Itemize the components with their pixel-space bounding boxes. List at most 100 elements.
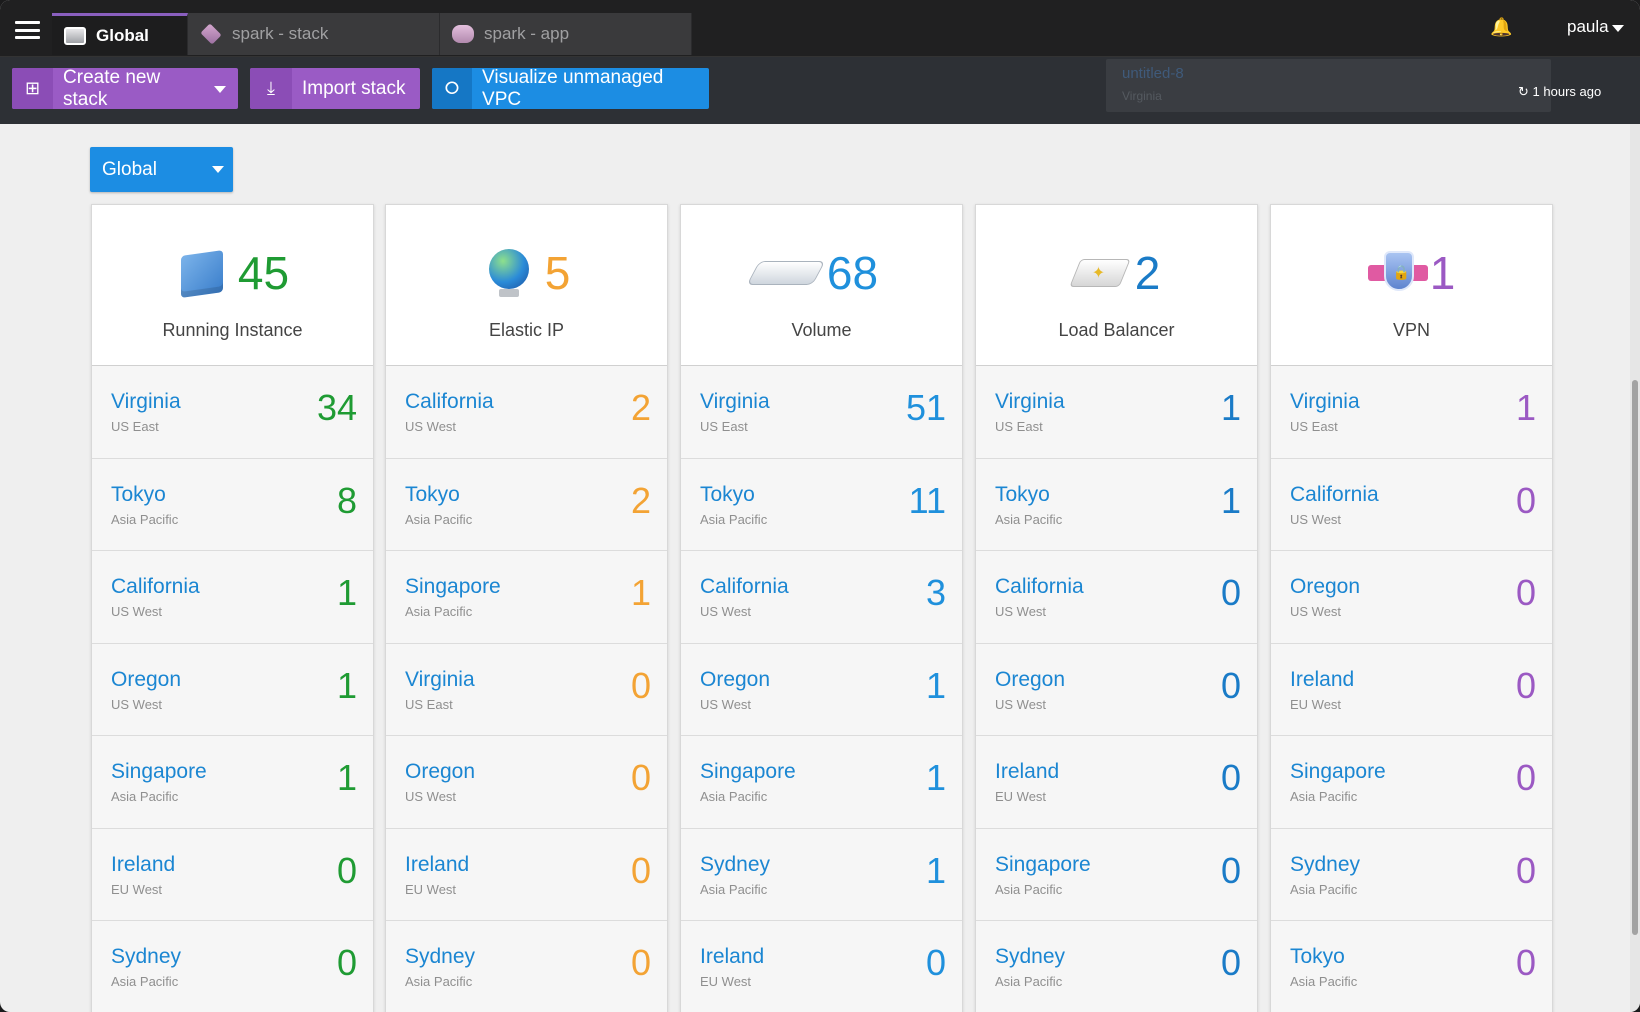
resource-card-vpn: 🔒 1 VPN Virginia US East 1 California US We… — [1270, 204, 1553, 1012]
region-count: 1 — [925, 664, 946, 706]
top-bar: Global spark - stack spark - app 🔔 paula — [0, 0, 1640, 57]
region-area: Asia Pacific — [405, 511, 473, 527]
region-area: US West — [995, 696, 1047, 712]
region-count: 0 — [630, 757, 651, 798]
recent-stack-card[interactable]: untitled-8 Virginia — [1106, 59, 1551, 112]
region-area: US West — [700, 696, 752, 712]
region-row[interactable]: Ireland EU West 0 — [92, 829, 373, 921]
region-count: 34 — [316, 387, 357, 428]
region-row[interactable]: Virginia US East 1 — [1271, 366, 1552, 459]
load-balancer-icon: ✦ — [1069, 247, 1131, 299]
region-row[interactable]: Ireland EU West 0 — [681, 921, 962, 1012]
tab-spark-stack[interactable]: spark - stack — [188, 13, 440, 55]
region-row[interactable]: Singapore Asia Pacific 0 — [976, 829, 1257, 921]
region-count: 1 — [925, 849, 946, 891]
region-row[interactable]: Oregon US West 1 — [92, 644, 373, 736]
card-total: 5 — [544, 247, 571, 299]
bell-icon[interactable]: 🔔 — [1490, 17, 1512, 39]
region-area: US East — [111, 419, 159, 434]
region-area: Asia Pacific — [1290, 881, 1358, 897]
region-name: Sydney — [1290, 852, 1361, 876]
app-window: Global spark - stack spark - app 🔔 paula… — [0, 0, 1640, 1012]
region-row[interactable]: Tokyo Asia Pacific 2 — [386, 459, 667, 551]
global-tab-icon — [64, 26, 86, 45]
region-row[interactable]: California US West 2 — [386, 366, 667, 459]
region-area: US East — [995, 419, 1043, 434]
region-row[interactable]: Virginia US East 51 — [681, 366, 962, 459]
region-row[interactable]: Singapore Asia Pacific 0 — [1271, 736, 1552, 829]
chevron-down-icon[interactable] — [1612, 25, 1624, 32]
region-area: US West — [111, 696, 163, 712]
region-select[interactable]: Global — [90, 147, 233, 192]
last-updated: ↻ 1 hours ago — [1518, 84, 1601, 100]
region-row[interactable]: Oregon US West 0 — [386, 736, 667, 829]
resource-card-volume: 68 Volume Virginia US East 51 Tokyo Asia Pa… — [680, 204, 963, 1012]
region-row[interactable]: California US West 1 — [92, 551, 373, 644]
region-row[interactable]: Sydney Asia Pacific 1 — [681, 829, 962, 921]
region-row[interactable]: Virginia US East 0 — [386, 644, 667, 736]
visualize-vpc-button[interactable]: ⭘ Visualize unmanaged VPC — [432, 68, 709, 109]
card-header[interactable]: 🔒 1 VPN — [1271, 205, 1552, 366]
card-header[interactable]: 68 Volume — [681, 205, 962, 366]
region-row[interactable]: Oregon US West 0 — [1271, 551, 1552, 644]
region-row[interactable]: Oregon US West 1 — [681, 644, 962, 736]
region-row[interactable]: California US West 3 — [681, 551, 962, 644]
share-nodes-icon: ⭘ — [432, 68, 473, 109]
region-name: Ireland — [1290, 667, 1355, 691]
region-name: Sydney — [995, 945, 1066, 968]
region-count: 0 — [1220, 572, 1241, 613]
region-count: 0 — [1220, 664, 1241, 706]
region-count: 0 — [630, 942, 651, 983]
region-row[interactable]: Sydney Asia Pacific 0 — [976, 921, 1257, 1012]
region-row[interactable]: Singapore Asia Pacific 1 — [92, 736, 373, 829]
region-count: 1 — [630, 572, 651, 613]
region-row[interactable]: Ireland EU West 0 — [1271, 644, 1552, 736]
region-count: 0 — [630, 664, 651, 706]
region-area: Asia Pacific — [405, 604, 473, 619]
region-count: 0 — [1220, 757, 1241, 798]
region-row[interactable]: Tokyo Asia Pacific 8 — [92, 459, 373, 551]
region-area: US West — [700, 604, 752, 619]
card-title: Elastic IP — [488, 320, 565, 340]
region-row[interactable]: Oregon US West 0 — [976, 644, 1257, 736]
region-name: Ireland — [405, 852, 470, 876]
user-menu[interactable]: paula — [1567, 17, 1609, 37]
region-row[interactable]: Sydney Asia Pacific 0 — [1271, 829, 1552, 921]
region-row[interactable]: Virginia US East 34 — [92, 366, 373, 459]
region-row[interactable]: Singapore Asia Pacific 1 — [386, 551, 667, 644]
region-row[interactable]: Sydney Asia Pacific 0 — [92, 921, 373, 1012]
region-area: Asia Pacific — [995, 974, 1063, 989]
region-name: Oregon — [700, 667, 771, 691]
region-row[interactable]: California US West 0 — [1271, 459, 1552, 551]
region-row[interactable]: Ireland EU West 0 — [976, 736, 1257, 829]
tab-global[interactable]: Global — [52, 13, 188, 55]
scrollbar-thumb[interactable] — [1632, 380, 1638, 935]
region-name: Oregon — [111, 667, 182, 691]
hamburger-icon[interactable] — [15, 21, 40, 39]
refresh-icon[interactable]: ↻ — [1518, 84, 1529, 99]
region-area: Asia Pacific — [700, 511, 768, 527]
tab-label: Global — [96, 25, 149, 45]
region-row[interactable]: Sydney Asia Pacific 0 — [386, 921, 667, 1012]
card-title: Running Instance — [162, 320, 303, 340]
region-row[interactable]: Ireland EU West 0 — [386, 829, 667, 921]
region-name: Singapore — [1290, 760, 1386, 783]
create-new-stack-button[interactable]: ⊞ Create new stack — [12, 68, 238, 109]
region-row[interactable]: California US West 0 — [976, 551, 1257, 644]
tab-spark-app[interactable]: spark - app — [440, 13, 692, 55]
region-row[interactable]: Singapore Asia Pacific 1 — [681, 736, 962, 829]
card-header[interactable]: 5 Elastic IP — [386, 205, 667, 366]
card-header[interactable]: ✦ 2 Load Balancer — [976, 205, 1257, 366]
region-area: Asia Pacific — [700, 789, 768, 804]
region-count: 1 — [925, 757, 946, 798]
region-row[interactable]: Tokyo Asia Pacific 1 — [976, 459, 1257, 551]
region-row[interactable]: Tokyo Asia Pacific 0 — [1271, 921, 1552, 1012]
region-row[interactable]: Virginia US East 1 — [976, 366, 1257, 459]
card-header[interactable]: 45 Running Instance — [92, 205, 373, 366]
import-stack-button[interactable]: ⤓ Import stack — [250, 68, 420, 109]
region-row[interactable]: Tokyo Asia Pacific 11 — [681, 459, 962, 551]
region-name: Tokyo — [995, 482, 1050, 506]
region-count: 0 — [1515, 572, 1536, 613]
create-label: Create new stack — [63, 68, 161, 109]
region-name: California — [111, 575, 200, 598]
